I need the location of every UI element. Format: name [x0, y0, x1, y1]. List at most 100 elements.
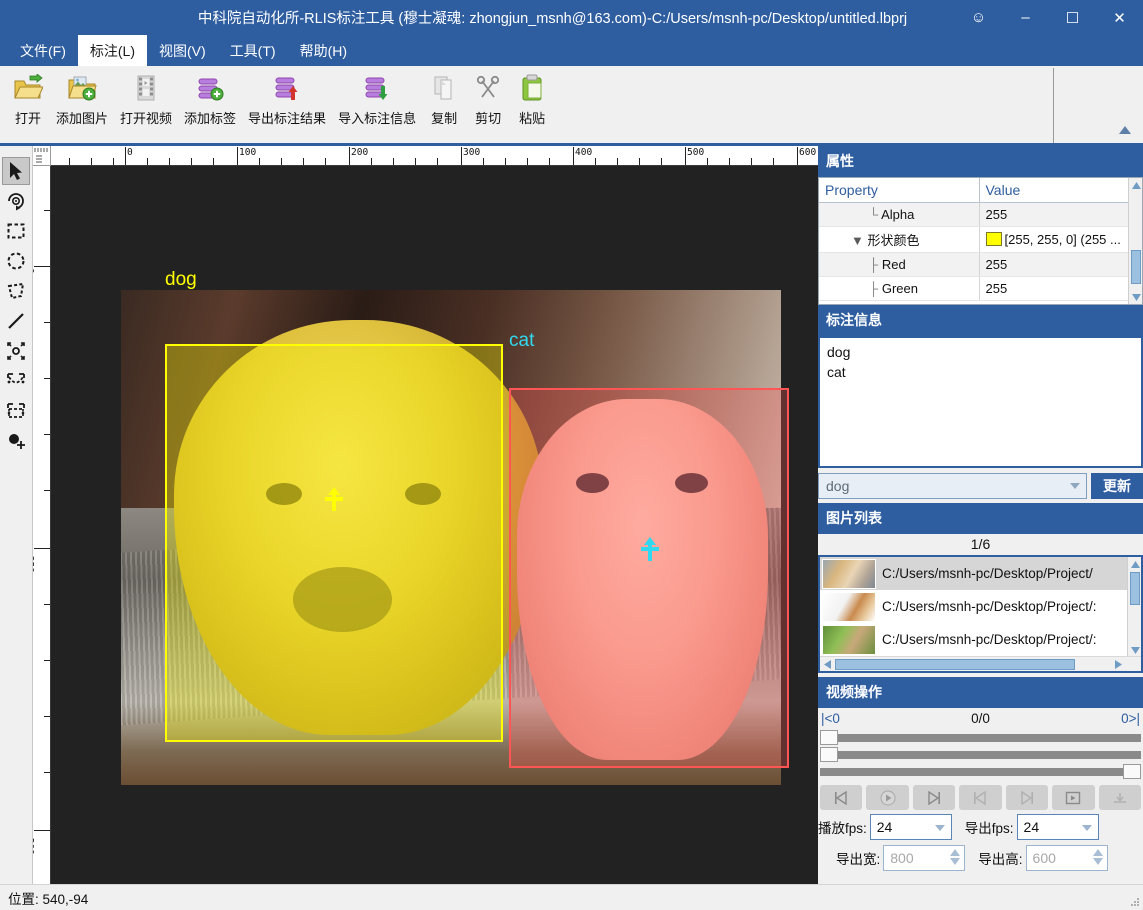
scroll-down-icon[interactable]: [1129, 290, 1142, 304]
menu-help[interactable]: 帮助(H): [288, 35, 359, 66]
mark-in-button[interactable]: [959, 785, 1002, 810]
resize-grip[interactable]: [1128, 896, 1140, 908]
image-list-vscrollbar[interactable]: [1127, 557, 1141, 657]
list-item[interactable]: C:/Users/msnh-pc/Desktop/Project/:: [820, 590, 1141, 623]
polygon-tool[interactable]: [2, 277, 30, 305]
table-row[interactable]: ├ Green 255: [819, 276, 1129, 301]
dog-center-marker[interactable]: [323, 486, 345, 515]
rotate-tool[interactable]: [2, 187, 30, 215]
toolbar-add-image-button[interactable]: 添加图片: [50, 66, 114, 129]
horizontal-ruler[interactable]: 0 100 200 300 400 500 600: [51, 146, 818, 166]
keypoint-tool[interactable]: [2, 337, 30, 365]
property-value-cell[interactable]: 255: [979, 276, 1129, 301]
stepper-arrows[interactable]: [1092, 849, 1103, 865]
ellipse-tool[interactable]: [2, 247, 30, 275]
export-height-stepper[interactable]: 600: [1025, 845, 1108, 871]
toolbar-copy-button[interactable]: 复制: [422, 66, 466, 129]
scroll-down-icon[interactable]: [1128, 643, 1141, 657]
table-row[interactable]: └ Alpha 255: [819, 202, 1129, 227]
export-fps-combo[interactable]: 24: [1016, 814, 1099, 840]
status-bar: 位置: 540,-94: [0, 884, 1143, 910]
table-row[interactable]: ├ Red 255: [819, 252, 1129, 277]
image-list-hscrollbar[interactable]: [820, 656, 1141, 671]
list-item[interactable]: C:/Users/msnh-pc/Desktop/Project/: [820, 557, 1141, 590]
video-end-label[interactable]: 0>|: [1121, 711, 1140, 726]
add-point-tool[interactable]: [2, 427, 30, 455]
scroll-right-icon[interactable]: [1111, 657, 1125, 671]
smiley-icon[interactable]: ☺: [955, 0, 1002, 35]
slider-knob[interactable]: [1123, 764, 1141, 779]
curve-tool[interactable]: [2, 367, 30, 395]
table-row[interactable]: ▼ 形状颜色 [255, 255, 0] (255 ...: [819, 226, 1129, 253]
properties-scrollbar[interactable]: [1128, 178, 1142, 304]
toolbar-cut-button[interactable]: 剪切: [466, 66, 510, 129]
scroll-up-icon[interactable]: [1129, 178, 1142, 192]
maximize-button[interactable]: ☐: [1049, 0, 1096, 35]
close-button[interactable]: ✕: [1096, 0, 1143, 35]
chevron-down-icon[interactable]: [1070, 483, 1080, 489]
line-tool[interactable]: [2, 307, 30, 335]
property-value-cell[interactable]: 255: [979, 202, 1129, 227]
scroll-left-icon[interactable]: [820, 657, 834, 671]
property-value-cell[interactable]: [255, 255, 0] (255 ...: [979, 226, 1129, 253]
main-toolbar: 打开 添加图片 打开视频 添加标签 导出标注结果 导入标注信息 复制 剪切 粘贴: [0, 66, 1143, 146]
add-image-folder-icon: [66, 72, 98, 104]
video-start-label[interactable]: |<0: [821, 711, 840, 726]
chevron-down-icon[interactable]: ▼: [851, 233, 867, 248]
play-fps-combo[interactable]: 24: [869, 814, 952, 840]
extract-frames-button[interactable]: [1098, 785, 1141, 810]
stepper-arrows[interactable]: [950, 849, 961, 865]
play-fps-label: 播放fps:: [818, 821, 867, 836]
label-combo[interactable]: dog: [818, 473, 1087, 499]
chevron-down-icon[interactable]: [1081, 825, 1092, 831]
property-name-cell: ├ Green: [819, 276, 980, 301]
toolbar-paste-button[interactable]: 粘贴: [510, 66, 554, 129]
toolbar-add-label-button[interactable]: 添加标签: [178, 66, 242, 129]
export-width-stepper[interactable]: 800: [883, 845, 966, 871]
slider-knob[interactable]: [820, 747, 838, 762]
list-item[interactable]: dog: [825, 342, 1136, 362]
play-button[interactable]: [866, 785, 909, 810]
toolbar-export-button[interactable]: 导出标注结果: [242, 66, 332, 129]
properties-table[interactable]: Property Value └ Alpha 255 ▼ 形状颜色 [255, …: [818, 177, 1143, 305]
export-frame-button[interactable]: [1052, 785, 1095, 810]
menu-file[interactable]: 文件(F): [8, 35, 78, 66]
annotation-info-list[interactable]: dog cat: [818, 336, 1143, 468]
scrollbar-thumb[interactable]: [835, 659, 1075, 670]
slider-knob[interactable]: [820, 730, 838, 745]
copy-icon: [428, 72, 460, 104]
property-value-cell[interactable]: 255: [979, 252, 1129, 277]
mark-out-button[interactable]: [1005, 785, 1049, 810]
video-range-start-slider[interactable]: [820, 730, 1141, 745]
toolbar-open-button[interactable]: 打开: [6, 66, 50, 129]
list-item[interactable]: cat: [825, 362, 1136, 382]
toolbar-import-button[interactable]: 导入标注信息: [332, 66, 422, 129]
scrollbar-thumb[interactable]: [1131, 250, 1141, 284]
minimize-button[interactable]: –: [1002, 0, 1049, 35]
cat-center-marker[interactable]: [639, 536, 661, 565]
menu-view[interactable]: 视图(V): [147, 35, 218, 66]
image-list[interactable]: C:/Users/msnh-pc/Desktop/Project/ C:/Use…: [818, 555, 1143, 673]
video-position-slider[interactable]: [820, 764, 1141, 779]
video-range-end-slider[interactable]: [820, 747, 1141, 762]
color-swatch[interactable]: [985, 232, 1002, 246]
bbox-cat[interactable]: [509, 388, 789, 768]
drawing-canvas[interactable]: dog cat: [51, 166, 818, 884]
toolbar-expand-button[interactable]: [1117, 122, 1133, 138]
update-button[interactable]: 更新: [1091, 473, 1143, 499]
image-path: C:/Users/msnh-pc/Desktop/Project/:: [882, 632, 1097, 647]
menu-annotate[interactable]: 标注(L): [77, 35, 148, 66]
scroll-up-icon[interactable]: [1128, 557, 1141, 571]
vertical-ruler[interactable]: 0 -250 -500: [33, 166, 51, 884]
pointer-tool[interactable]: [2, 157, 30, 185]
next-frame-button[interactable]: [912, 785, 956, 810]
menu-tools[interactable]: 工具(T): [218, 35, 288, 66]
bbox-dog[interactable]: [165, 344, 503, 742]
rect-tool[interactable]: [2, 217, 30, 245]
prev-frame-button[interactable]: [820, 785, 863, 810]
chevron-down-icon[interactable]: [934, 825, 945, 831]
list-item[interactable]: C:/Users/msnh-pc/Desktop/Project/:: [820, 623, 1141, 656]
toolbar-open-video-button[interactable]: 打开视频: [114, 66, 178, 129]
dashed-shape-tool[interactable]: [2, 397, 30, 425]
scrollbar-thumb[interactable]: [1130, 572, 1140, 605]
